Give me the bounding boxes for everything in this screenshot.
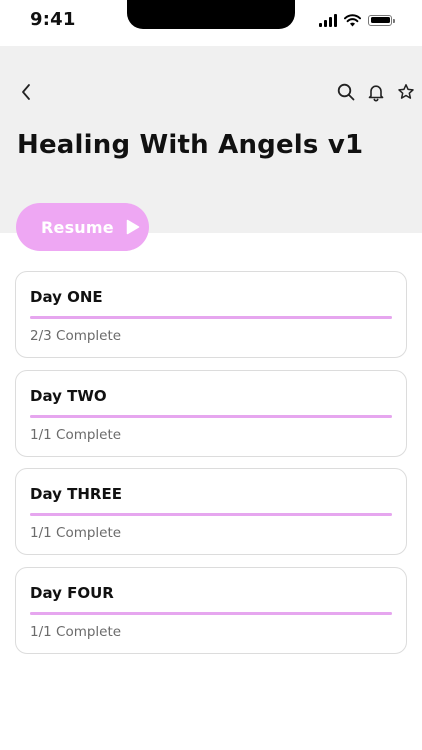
play-icon bbox=[126, 219, 140, 235]
day-status: 2/3 Complete bbox=[30, 328, 122, 344]
day-card[interactable]: Day THREE 1/1 Complete bbox=[15, 468, 407, 555]
progress-bar bbox=[30, 316, 392, 319]
search-button[interactable] bbox=[335, 80, 357, 104]
device-notch bbox=[127, 0, 295, 29]
day-status: 1/1 Complete bbox=[30, 427, 122, 443]
day-title: Day THREE bbox=[30, 485, 122, 503]
day-title: Day TWO bbox=[30, 387, 107, 405]
day-card[interactable]: Day FOUR 1/1 Complete bbox=[15, 567, 407, 654]
status-icons bbox=[319, 12, 395, 28]
back-button[interactable] bbox=[14, 80, 38, 104]
day-card[interactable]: Day ONE 2/3 Complete bbox=[15, 271, 407, 358]
progress-bar bbox=[30, 513, 392, 516]
progress-bar bbox=[30, 612, 392, 615]
search-icon bbox=[337, 83, 355, 101]
cellular-signal-icon bbox=[319, 13, 337, 27]
day-title: Day FOUR bbox=[30, 584, 114, 602]
status-time: 9:41 bbox=[30, 9, 76, 30]
wifi-icon bbox=[344, 13, 361, 26]
favorite-button[interactable] bbox=[395, 80, 417, 104]
chevron-left-icon bbox=[22, 84, 30, 100]
notifications-button[interactable] bbox=[365, 80, 387, 104]
status-bar: 9:41 bbox=[0, 0, 422, 46]
battery-icon bbox=[368, 14, 395, 26]
day-status: 1/1 Complete bbox=[30, 525, 122, 541]
star-icon bbox=[398, 84, 414, 99]
header-actions bbox=[335, 80, 417, 104]
resume-button[interactable]: Resume bbox=[16, 203, 149, 251]
bell-icon bbox=[368, 84, 384, 101]
page-title: Healing With Angels v1 bbox=[17, 130, 364, 160]
day-title: Day ONE bbox=[30, 288, 103, 306]
resume-label: Resume bbox=[41, 217, 114, 237]
progress-bar bbox=[30, 415, 392, 418]
day-card[interactable]: Day TWO 1/1 Complete bbox=[15, 370, 407, 457]
day-status: 1/1 Complete bbox=[30, 624, 122, 640]
